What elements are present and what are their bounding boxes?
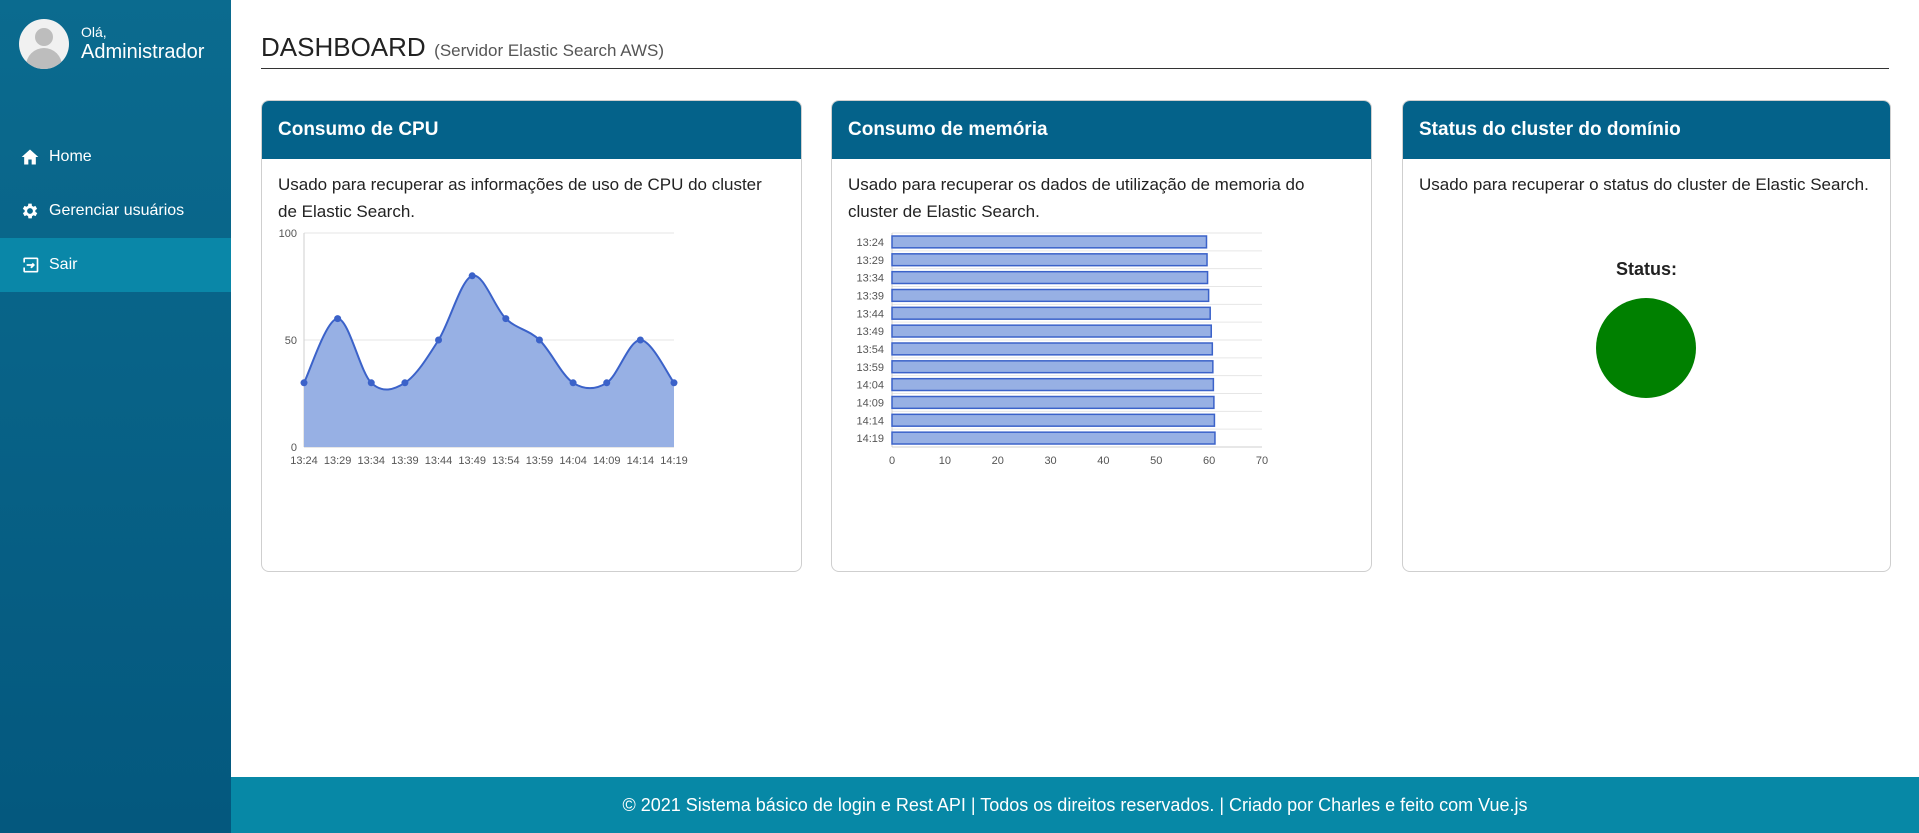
sidebar-item-logout[interactable]: Sair xyxy=(0,238,231,292)
footer: © 2021 Sistema básico de login e Rest AP… xyxy=(231,777,1919,833)
y-tick-label: 13:44 xyxy=(856,308,884,320)
page-subtitle: (Servidor Elastic Search AWS) xyxy=(434,41,665,60)
greeting-text: Olá, xyxy=(81,24,107,41)
home-icon xyxy=(21,149,39,165)
memory-bar xyxy=(891,431,1216,445)
memory-bar xyxy=(891,288,1210,303)
memory-bar xyxy=(891,413,1216,427)
sidebar-item-label: Sair xyxy=(49,256,78,273)
x-tick-label: 60 xyxy=(1203,455,1215,467)
memory-bar xyxy=(891,342,1214,356)
memory-chart: 13:24 13:29 13:34 13:39 13:44 13:49 13:54 13:59… xyxy=(856,232,1268,467)
main-content: DASHBOARD (Servidor Elastic Search AWS) … xyxy=(231,0,1919,777)
cpu-card: Consumo de CPU Usado para recuperar as i… xyxy=(261,100,802,572)
logout-icon xyxy=(23,257,39,273)
avatar-body xyxy=(26,48,62,69)
y-tick-label: 14:14 xyxy=(856,415,884,427)
y-tick-label: 0 xyxy=(291,442,297,454)
status-card-description: Usado para recuperar o status do cluster… xyxy=(1419,175,1869,194)
sidebar-item-manage-users[interactable]: Gerenciar usuários xyxy=(0,184,231,238)
x-tick-label: 13:59 xyxy=(526,455,554,467)
y-tick-label: 14:19 xyxy=(856,433,884,445)
cpu-chart: 0 50 100 13:24 13:29 13:34 13:39 13:44 13:49 13:5… xyxy=(279,228,688,467)
memory-bar xyxy=(891,253,1208,267)
avatar-head xyxy=(35,28,53,46)
avatar xyxy=(19,19,69,69)
x-tick-label: 13:49 xyxy=(458,455,486,467)
cpu-data-point xyxy=(468,272,476,280)
cpu-data-point xyxy=(435,336,443,344)
y-tick-label: 13:59 xyxy=(856,362,884,374)
x-tick-label: 0 xyxy=(889,455,895,467)
cpu-data-point xyxy=(334,315,342,323)
page-title: DASHBOARD xyxy=(261,32,426,62)
sidebar: Olá, Administrador Home Gerenciar usuári… xyxy=(0,0,231,833)
sidebar-item-label: Gerenciar usuários xyxy=(49,202,185,219)
page-header: DASHBOARD (Servidor Elastic Search AWS) xyxy=(261,32,1889,69)
user-panel: Olá, Administrador xyxy=(19,19,204,69)
cpu-data-point xyxy=(670,379,678,387)
y-tick-label: 13:39 xyxy=(856,290,884,302)
cpu-data-point xyxy=(603,379,611,387)
x-tick-label: 14:09 xyxy=(593,455,621,467)
cpu-data-point xyxy=(535,336,543,344)
x-tick-label: 14:14 xyxy=(627,455,655,467)
memory-card: Consumo de memória Usado para recuperar … xyxy=(831,100,1372,572)
status-label: Status: xyxy=(1615,259,1677,279)
memory-bar xyxy=(891,395,1215,410)
status-indicator xyxy=(1596,298,1696,398)
y-tick-label: 100 xyxy=(279,228,297,240)
x-tick-label: 50 xyxy=(1150,455,1162,467)
x-tick-label: 40 xyxy=(1097,455,1109,467)
status-card: Status do cluster do domínio Usado para … xyxy=(1402,100,1891,572)
footer-text: © 2021 Sistema básico de login e Rest AP… xyxy=(622,794,1528,815)
x-tick-label: 13:24 xyxy=(290,455,318,467)
x-tick-label: 14:04 xyxy=(559,455,587,467)
y-tick-label: 13:34 xyxy=(856,273,884,285)
cpu-data-point xyxy=(367,379,375,387)
x-tick-label: 13:39 xyxy=(391,455,419,467)
memory-bar xyxy=(891,377,1215,392)
x-tick-label: 10 xyxy=(939,455,951,467)
y-tick-label: 14:04 xyxy=(856,380,884,392)
user-greeting: Olá, Administrador xyxy=(81,24,204,63)
y-tick-label: 13:49 xyxy=(856,326,884,338)
sidebar-item-home[interactable]: Home xyxy=(0,130,231,184)
sidebar-nav: Home Gerenciar usuários Sair xyxy=(0,130,231,292)
x-tick-label: 13:29 xyxy=(324,455,352,467)
x-tick-label: 13:54 xyxy=(492,455,520,467)
cpu-data-point xyxy=(636,336,644,344)
sidebar-item-label: Home xyxy=(49,148,92,165)
memory-bar xyxy=(891,324,1213,338)
x-tick-label: 20 xyxy=(992,455,1004,467)
y-tick-label: 14:09 xyxy=(856,397,884,409)
x-tick-label: 14:19 xyxy=(660,455,688,467)
memory-bar xyxy=(891,270,1209,285)
cpu-data-point xyxy=(569,379,577,387)
cpu-data-point xyxy=(502,315,510,323)
cpu-data-point xyxy=(300,379,308,387)
x-tick-label: 70 xyxy=(1256,455,1268,467)
y-tick-label: 50 xyxy=(285,335,297,347)
cpu-data-point xyxy=(401,379,409,387)
gear-icon xyxy=(22,203,38,219)
y-tick-label: 13:54 xyxy=(856,344,884,356)
y-tick-label: 13:29 xyxy=(856,255,884,267)
x-tick-label: 13:44 xyxy=(425,455,453,467)
memory-bar xyxy=(891,235,1208,249)
memory-bar xyxy=(891,306,1211,320)
user-name: Administrador xyxy=(81,40,205,63)
memory-bar xyxy=(891,360,1214,374)
y-tick-label: 13:24 xyxy=(856,237,884,249)
x-tick-label: 13:34 xyxy=(358,455,386,467)
x-tick-label: 30 xyxy=(1044,455,1056,467)
status-card-title: Status do cluster do domínio xyxy=(1403,101,1890,159)
